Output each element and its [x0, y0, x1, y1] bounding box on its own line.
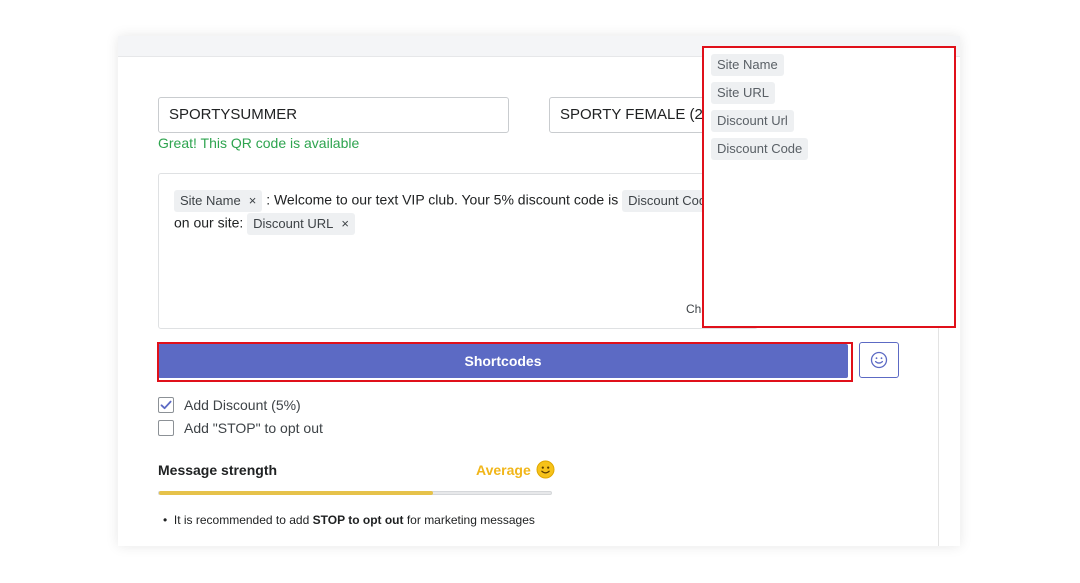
add-stop-checkbox[interactable] [158, 420, 174, 436]
shortcode-option-site-name[interactable]: Site Name [711, 54, 784, 76]
remove-tag-icon[interactable]: × [341, 216, 349, 231]
message-text: on our site: [174, 214, 244, 231]
add-discount-label: Add Discount (5%) [184, 397, 301, 413]
add-discount-option[interactable]: Add Discount (5%) [158, 397, 301, 413]
add-discount-checkbox[interactable] [158, 397, 174, 413]
message-strength-bar [158, 491, 552, 495]
shortcodes-dropdown: Site Name Site URL Discount Url Discount… [702, 46, 956, 328]
tag-label: Discount Code [628, 193, 714, 208]
tip-suffix: for marketing messages [403, 513, 535, 527]
checkmark-icon [160, 400, 172, 410]
tag-label: Site Name [180, 193, 241, 208]
shortcode-option-discount-code[interactable]: Discount Code [711, 138, 809, 160]
message-text: : Welcome to our text VIP club. Your 5% … [266, 191, 619, 208]
bullet: • [163, 513, 168, 527]
smiley-face-icon [536, 460, 555, 479]
message-editor[interactable]: Site Name × : Welcome to our text VIP clu… [158, 173, 758, 329]
segment-select[interactable]: SPORTY FEMALE (29 [549, 97, 719, 133]
message-line-2: on our site: Discount URL × [174, 213, 355, 235]
smiley-icon [870, 351, 888, 369]
tip-bold: STOP to opt out [312, 513, 404, 527]
message-line-1: Site Name × : Welcome to our text VIP clu… [174, 190, 720, 212]
emoji-button[interactable] [859, 342, 899, 378]
message-strength-label: Message strength [158, 462, 278, 478]
remove-tag-icon[interactable]: × [249, 193, 257, 208]
shortcodes-button[interactable]: Shortcodes [158, 344, 848, 378]
shortcode-option-discount-url[interactable]: Discount Url [711, 110, 794, 132]
qr-availability-message: Great! This QR code is available [158, 135, 360, 151]
strength-value-text: Average [476, 461, 531, 478]
message-strength-value: Average [476, 460, 555, 479]
shortcode-tag-site-name: Site Name × [174, 190, 263, 212]
shortcode-option-site-url[interactable]: Site URL [711, 82, 776, 104]
add-stop-option[interactable]: Add "STOP" to opt out [158, 420, 323, 436]
recommendation-tip: • It is recommended to add STOP to opt o… [163, 513, 535, 527]
tag-label: Discount URL [253, 216, 334, 231]
qr-code-input[interactable]: SPORTYSUMMER [158, 97, 509, 133]
shortcode-tag-discount-url: Discount URL × [247, 213, 355, 235]
add-stop-label: Add "STOP" to opt out [184, 420, 323, 436]
tip-prefix: It is recommended to add [173, 513, 313, 527]
message-strength-fill [159, 491, 434, 495]
